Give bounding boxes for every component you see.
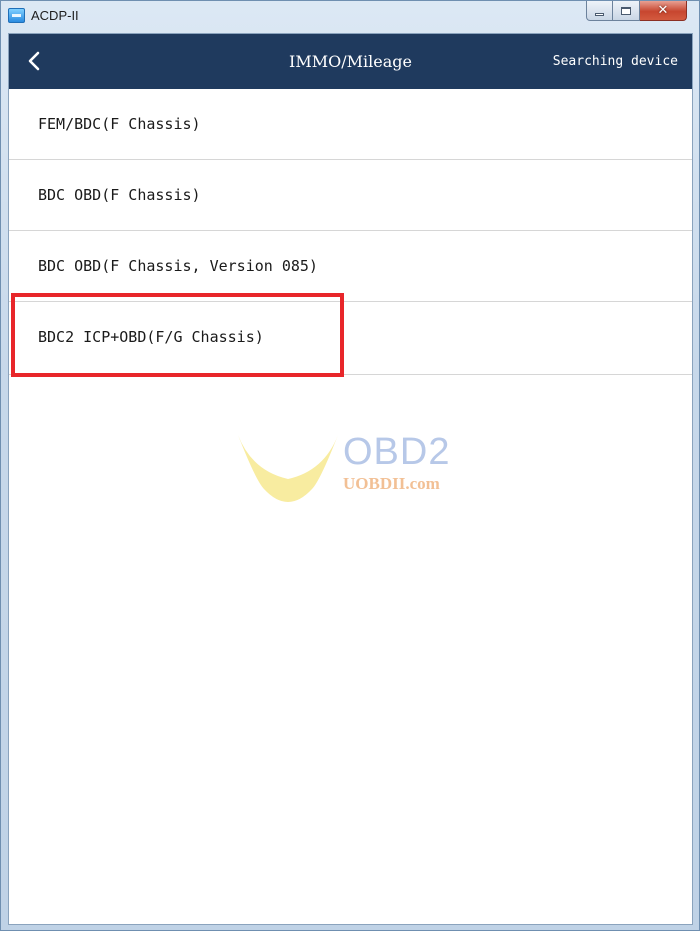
watermark-logo-icon [238,435,338,502]
minimize-button[interactable] [586,1,613,21]
app-content: IMMO/Mileage Searching device FEM/BDC(F … [8,33,693,925]
menu-item-bdc-obd[interactable]: BDC OBD(F Chassis) [9,160,692,231]
menu-item-label: BDC2 ICP+OBD(F/G Chassis) [38,328,264,346]
app-icon [8,8,25,23]
maximize-icon [621,6,631,15]
minimize-icon [595,12,604,16]
menu-item-label: BDC OBD(F Chassis, Version 085) [38,257,318,275]
app-header: IMMO/Mileage Searching device [9,34,692,89]
menu-item-bdc-obd-version-085[interactable]: BDC OBD(F Chassis, Version 085) [9,231,692,302]
menu-item-fem-bdc[interactable]: FEM/BDC(F Chassis) [9,89,692,160]
chevron-left-icon [28,51,40,71]
function-menu-list: FEM/BDC(F Chassis) BDC OBD(F Chassis) BD… [9,89,692,375]
window-titlebar[interactable]: ACDP-II ✕ [1,1,699,33]
watermark: OBD2 UOBDII.com [234,429,474,509]
menu-item-label: FEM/BDC(F Chassis) [38,115,201,133]
searching-device-button[interactable]: Searching device [553,34,678,89]
watermark-url: UOBDII.com [343,474,440,493]
maximize-button[interactable] [613,1,640,21]
close-icon: ✕ [657,3,669,18]
window-title: ACDP-II [31,8,79,23]
window-controls: ✕ [586,1,687,23]
application-window: ACDP-II ✕ IMMO/Mileage Searching device [0,0,700,931]
close-button[interactable]: ✕ [640,1,687,21]
watermark-brand: OBD2 [343,431,451,473]
menu-item-label: BDC OBD(F Chassis) [38,186,201,204]
back-button[interactable] [19,46,49,76]
menu-item-bdc2-icp-obd[interactable]: BDC2 ICP+OBD(F/G Chassis) [9,302,692,375]
